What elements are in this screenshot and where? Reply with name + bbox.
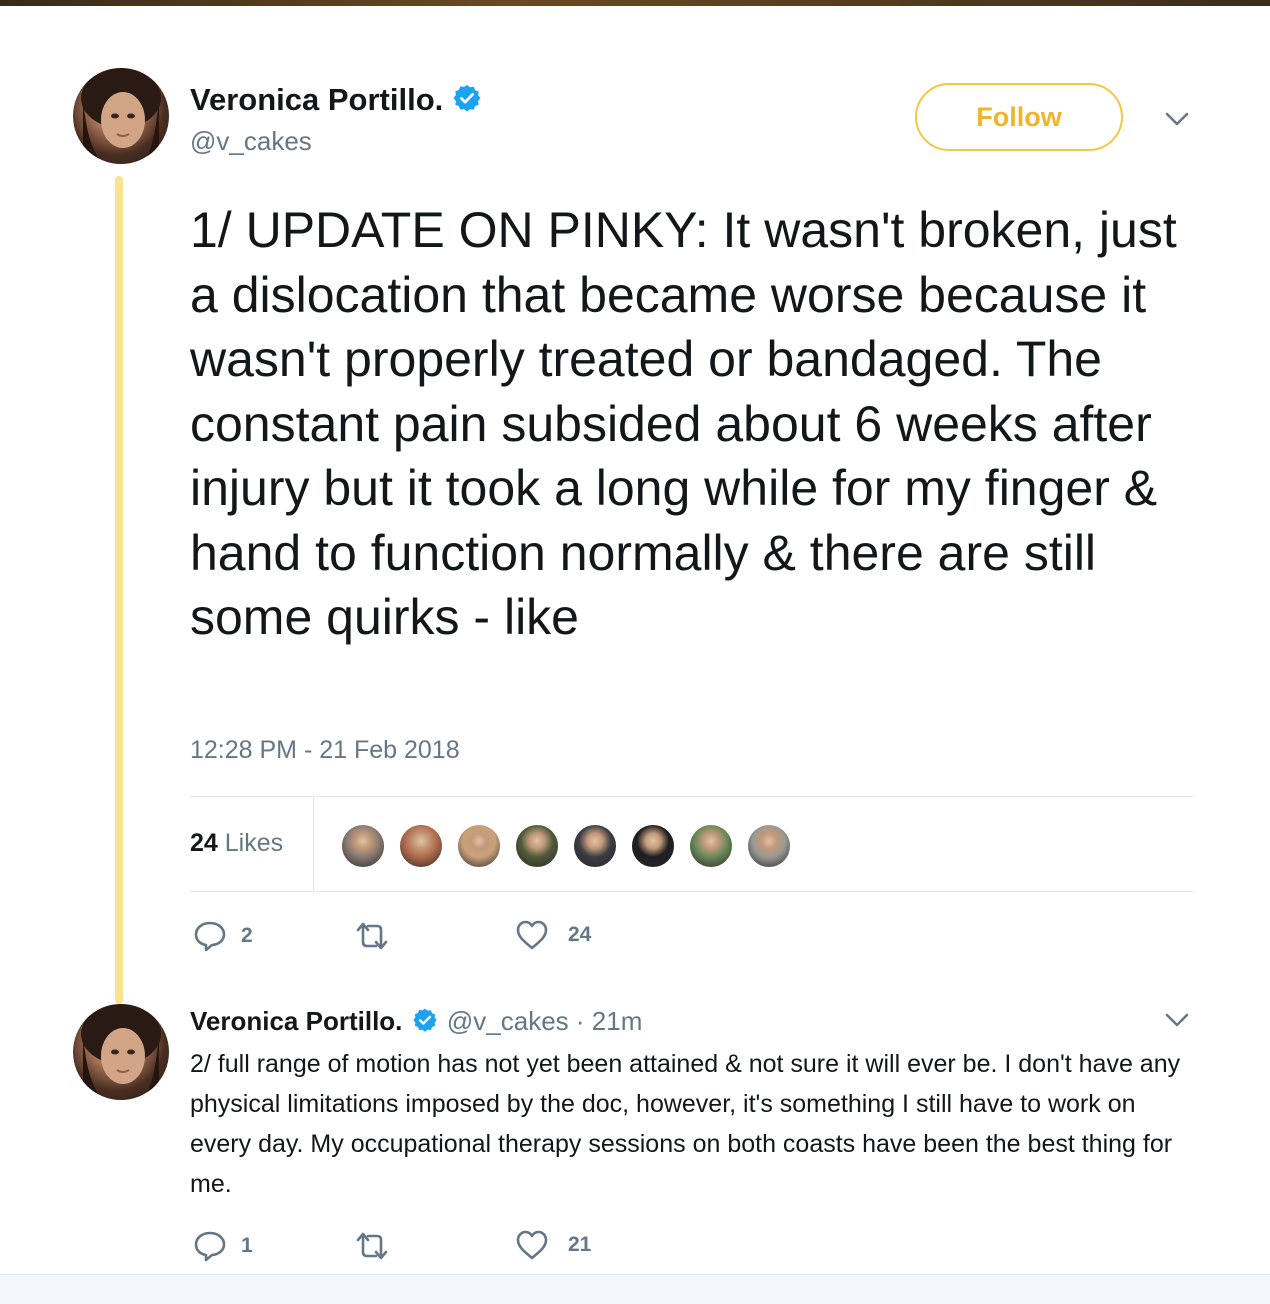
tweet-text: 1/ UPDATE ON PINKY: It wasn't broken, ju… [190,202,1177,645]
verified-badge-icon [452,83,482,121]
reply-button[interactable]: 1 [193,1229,253,1263]
liker-avatar[interactable] [630,823,676,869]
tweet-stats: 24 Likes [190,796,1193,892]
likes-label: Likes [224,829,284,857]
heart-icon [515,919,549,951]
reply-tweet-text: 2/ full range of motion has not yet been… [190,1050,1181,1198]
tweet-thread-card: Veronica Portillo. @v_cakes Follow 1/ UP… [0,6,1270,1275]
retweet-button[interactable] [354,1230,390,1262]
handle[interactable]: @v_cakes [447,1006,569,1036]
like-count: 24 [568,923,592,946]
retweet-icon [354,1230,390,1262]
avatar[interactable] [73,1004,169,1100]
display-name[interactable]: Veronica Portillo. [190,1006,402,1036]
liker-avatar[interactable] [572,823,618,869]
follow-button[interactable]: Follow [915,83,1123,151]
reply-icon [193,919,227,953]
handle[interactable]: @v_cakes [190,126,312,157]
reply-count: 1 [241,1234,253,1257]
time-ago[interactable]: 21m [592,1006,643,1036]
likes-count[interactable]: 24 Likes [190,829,283,858]
bottom-strip [0,1275,1270,1304]
liker-avatar[interactable] [514,823,560,869]
like-count: 21 [568,1233,592,1256]
display-name-text[interactable]: Veronica Portillo. [190,82,443,117]
heart-icon [515,1229,549,1261]
reply-button[interactable]: 2 [193,919,253,953]
display-name[interactable]: Veronica Portillo. [190,82,482,121]
like-button[interactable]: 24 [515,919,591,951]
separator: · [575,1006,585,1036]
thread-connector-line [115,176,123,1004]
retweet-button[interactable] [354,920,390,952]
chevron-down-icon[interactable] [1164,1011,1190,1034]
stats-divider [313,797,314,891]
verified-badge-icon [412,1007,438,1040]
reply-icon [193,1229,227,1263]
liker-avatar[interactable] [398,823,444,869]
liker-avatar[interactable] [688,823,734,869]
like-button[interactable]: 21 [515,1229,591,1261]
reply-count: 2 [241,924,253,947]
tweet-timestamp[interactable]: 12:28 PM - 21 Feb 2018 [190,736,460,765]
liker-avatar[interactable] [340,823,386,869]
liker-avatar[interactable] [456,823,502,869]
chevron-down-icon[interactable] [1164,110,1190,133]
liker-avatar[interactable] [746,823,792,869]
avatar[interactable] [73,68,169,164]
reply-tweet-header: Veronica Portillo. @v_cakes · 21m [190,1006,642,1040]
likes-number: 24 [190,829,218,857]
retweet-icon [354,920,390,952]
